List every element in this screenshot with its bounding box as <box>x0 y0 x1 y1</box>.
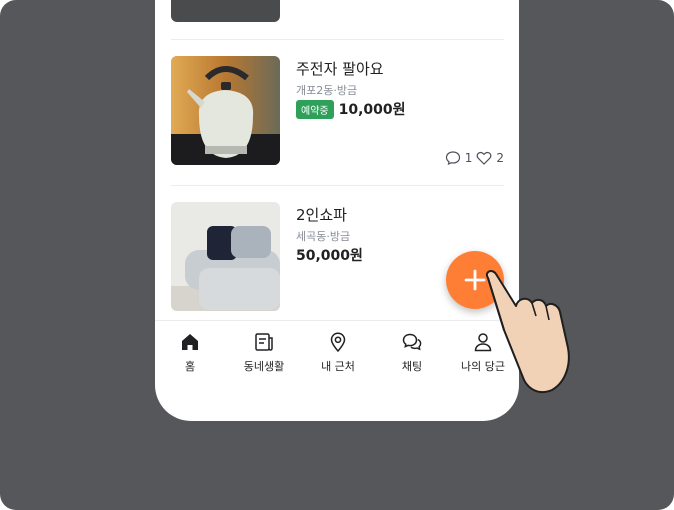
divider <box>171 39 504 40</box>
like-count: 2 <box>496 151 504 165</box>
item-counts: 1 2 <box>445 150 504 166</box>
reserved-badge: 예약중 <box>296 99 334 119</box>
price-row: 50,000원 <box>296 245 363 265</box>
list-item-kettle[interactable]: 주전자 팔아요 개포2동·방금 예약중 10,000원 1 2 <box>171 56 504 166</box>
tab-chat[interactable]: 채팅 <box>382 331 442 374</box>
price-row: 예약중 10,000원 <box>296 99 406 119</box>
previous-item-thumbnail[interactable] <box>171 0 280 22</box>
bottom-tab-bar: 홈 동네생활 내 근처 채팅 나의 당근 <box>155 320 519 381</box>
comment-count: 1 <box>464 151 473 165</box>
phone-screen: 주전자 팔아요 개포2동·방금 예약중 10,000원 1 2 2인쇼파 세곡동… <box>155 0 519 421</box>
home-icon <box>182 334 198 350</box>
sofa-photo <box>171 202 280 311</box>
item-title: 2인쇼파 <box>296 206 347 224</box>
pointing-hand-icon <box>486 270 570 394</box>
tab-home[interactable]: 홈 <box>160 331 220 374</box>
heart-icon <box>476 151 492 165</box>
tab-neighborhood-life[interactable]: 동네생활 <box>234 331 294 374</box>
chat-icon <box>402 333 422 351</box>
kettle-photo <box>171 56 280 165</box>
item-price: 10,000원 <box>338 102 406 118</box>
comment-icon <box>445 151 460 166</box>
tab-nearby[interactable]: 내 근처 <box>308 331 368 374</box>
item-meta: 세곡동·방금 <box>296 230 351 243</box>
item-price: 50,000원 <box>296 248 363 264</box>
item-title: 주전자 팔아요 <box>296 60 384 78</box>
divider <box>171 185 504 186</box>
backdrop: 주전자 팔아요 개포2동·방금 예약중 10,000원 1 2 2인쇼파 세곡동… <box>0 0 674 510</box>
news-icon <box>255 333 273 351</box>
location-pin-icon <box>330 332 346 353</box>
item-meta: 개포2동·방금 <box>296 84 358 97</box>
